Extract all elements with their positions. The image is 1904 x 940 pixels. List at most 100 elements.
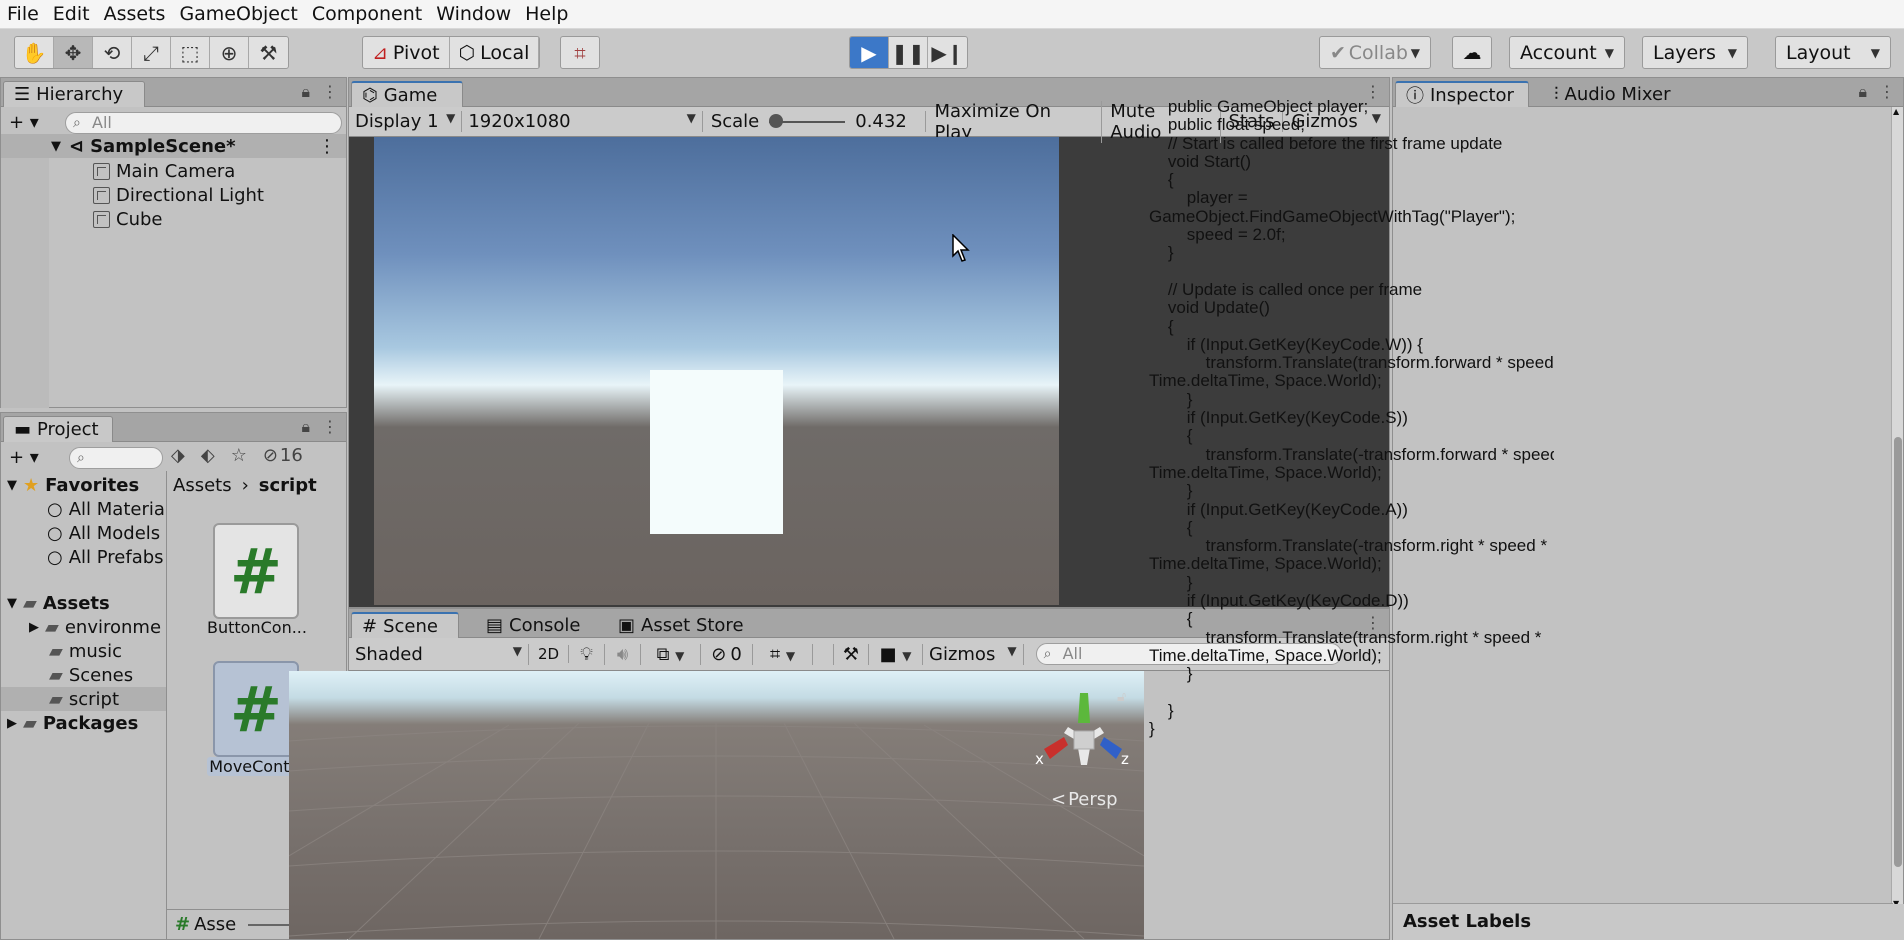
menu-assets[interactable]: Assets [97,0,173,29]
gizmos-dropdown[interactable]: Gizmos ▼ [923,643,1024,665]
grid-snapping-dropdown[interactable]: ⌗ ▼ [753,643,813,665]
hierarchy-item-cube[interactable]: Cube [1,207,346,231]
project-divider [166,471,167,939]
account-dropdown[interactable]: Account ▼ [1509,36,1625,69]
favorite-star-icon[interactable]: ☆ [231,445,247,466]
display-dropdown[interactable]: Display 1 ▼ [349,111,463,132]
filter-by-label-icon[interactable]: ⬖ [201,445,215,466]
grid-snap-icon[interactable]: ⌗ [561,37,599,68]
breadcrumb-root[interactable]: Assets [173,475,232,496]
cloud-icon: ☁ [1462,41,1482,64]
2d-toggle[interactable]: 2D [529,645,569,663]
effects-dropdown[interactable]: ⧉ ▼ [641,643,701,665]
slider-thumb[interactable] [769,113,784,128]
rect-tool-icon[interactable]: ⬚ [171,37,210,68]
tab-asset-store[interactable]: ▣ Asset Store [607,612,755,638]
more-options-icon[interactable]: ⋮ [322,82,338,102]
tab-audio-mixer[interactable]: ⫶ Audio Mixer [1543,81,1682,107]
scale-slider[interactable] [769,113,846,128]
asset-labels-header[interactable]: Asset Labels [1393,904,1904,940]
audio-icon[interactable]: 🔊︎ [605,643,641,665]
expand-arrow-icon[interactable]: ▼ [7,596,17,611]
scene-viewport[interactable]: x z 🔓︎ < Persp [289,671,1144,939]
projection-toggle[interactable]: < Persp [1051,789,1118,810]
folder-item[interactable]: ▰ music [1,639,166,663]
camera-dropdown[interactable]: ■ ▼ [869,643,923,665]
project-search-input[interactable]: ⌕ [69,447,163,469]
transform-tool-icon[interactable]: ⊕ [210,37,249,68]
lock-icon[interactable]: 🔒︎ [1858,82,1867,102]
more-options-icon[interactable]: ⋮ [1879,82,1895,102]
file-label[interactable]: ButtonCon... [201,618,313,637]
persp-label: Persp [1068,789,1118,810]
scene-row[interactable]: ▼ ⊲ SampleScene* ⋮ [1,134,346,158]
scale-tool-icon[interactable]: ⤢ [132,37,171,68]
hand-tool-icon[interactable]: ✋ [15,37,54,68]
scroll-up-arrow-icon[interactable]: ▲ [1893,107,1899,116]
menu-gameobject[interactable]: GameObject [172,0,304,29]
assets-root-label: Assets [42,592,110,614]
folder-item[interactable]: ▰ Scenes [1,663,166,687]
tools-icon[interactable]: ⚒ [833,643,869,665]
create-button[interactable]: + ▾ [9,112,39,133]
custom-tool-icon[interactable]: ⚒ [249,37,288,68]
play-button[interactable]: ▶ [850,37,889,68]
expand-arrow-icon[interactable]: ▶ [29,620,39,635]
tab-game[interactable]: ⌬ Game [351,81,463,107]
hidden-packages-icon[interactable]: ⊘ 16 [263,445,303,466]
folder-item[interactable]: ▶ ▰ environme [1,615,166,639]
cloud-button[interactable]: ☁ [1452,36,1492,69]
breadcrumb-current[interactable]: script [259,475,317,496]
orientation-gizmo[interactable] [1034,693,1134,778]
shading-dropdown[interactable]: Shaded ▼ [349,643,529,665]
move-tool-icon[interactable]: ✥ [54,37,93,68]
lock-icon[interactable]: 🔒︎ [301,417,310,437]
menu-help[interactable]: Help [518,0,575,29]
local-button[interactable]: ⬡ Local [450,37,540,68]
menu-window[interactable]: Window [429,0,518,29]
tab-scene[interactable]: # Scene [351,612,459,638]
expand-arrow-icon[interactable]: ▼ [7,478,17,493]
more-options-icon[interactable]: ⋮ [322,417,338,437]
hierarchy-item-main-camera[interactable]: Main Camera [1,159,346,183]
menu-edit[interactable]: Edit [46,0,97,29]
menu-file[interactable]: File [0,0,46,29]
lock-icon[interactable]: 🔒︎ [301,82,310,102]
tab-console[interactable]: ▤ Console [475,612,591,638]
expand-arrow-icon[interactable]: ▶ [7,716,17,731]
lock-icon[interactable]: 🔓︎ [1117,689,1126,705]
create-button[interactable]: + ▾ [9,447,39,468]
code-line: { [1149,609,1193,629]
packages-row[interactable]: ▶ ▰ Packages [1,711,166,735]
layers-dropdown[interactable]: Layers ▼ [1642,36,1748,69]
unity-scene-icon: ⊲ [69,135,85,157]
tab-project[interactable]: ▬ Project [3,416,113,442]
csharp-script-icon[interactable]: # [213,523,299,619]
layout-dropdown[interactable]: Layout ▼ [1775,36,1891,69]
pivot-button[interactable]: ⊿ Pivot [363,37,450,68]
rotate-tool-icon[interactable]: ⟲ [93,37,132,68]
scrollbar-thumb[interactable] [1894,437,1902,867]
lightbulb-icon[interactable]: 💡︎ [569,643,605,665]
resolution-dropdown[interactable]: 1920x1080 ▼ [462,111,703,132]
hidden-objects-toggle[interactable]: ⊘ 0 [701,643,753,665]
folder-item-selected[interactable]: ▰ script [1,687,166,711]
tab-hierarchy[interactable]: ☰ Hierarchy [3,81,145,107]
step-button[interactable]: ▶❙ [928,37,967,68]
csharp-script-icon[interactable]: # [213,661,299,757]
pause-button[interactable]: ❚❚ [889,37,928,68]
favorite-item[interactable]: ○ All Materia [1,497,166,521]
collab-dropdown[interactable]: ✔ Collab ▼ [1319,36,1431,69]
expand-arrow-icon[interactable]: ▼ [51,139,61,154]
favorites-row[interactable]: ▼ ★ Favorites [1,473,166,497]
axis-z-label: z [1121,750,1129,768]
favorite-item[interactable]: ○ All Models [1,521,166,545]
assets-root-row[interactable]: ▼ ▰ Assets [1,591,166,615]
filter-by-type-icon[interactable]: ⬗ [171,445,185,466]
menu-component[interactable]: Component [305,0,429,29]
hierarchy-item-directional-light[interactable]: Directional Light [1,183,346,207]
scrollbar[interactable]: ▲ ▼ [1891,107,1903,910]
more-options-icon[interactable]: ⋮ [318,136,336,157]
favorite-item[interactable]: ○ All Prefabs [1,545,166,569]
hierarchy-search-input[interactable]: ⌕ All [65,112,342,134]
